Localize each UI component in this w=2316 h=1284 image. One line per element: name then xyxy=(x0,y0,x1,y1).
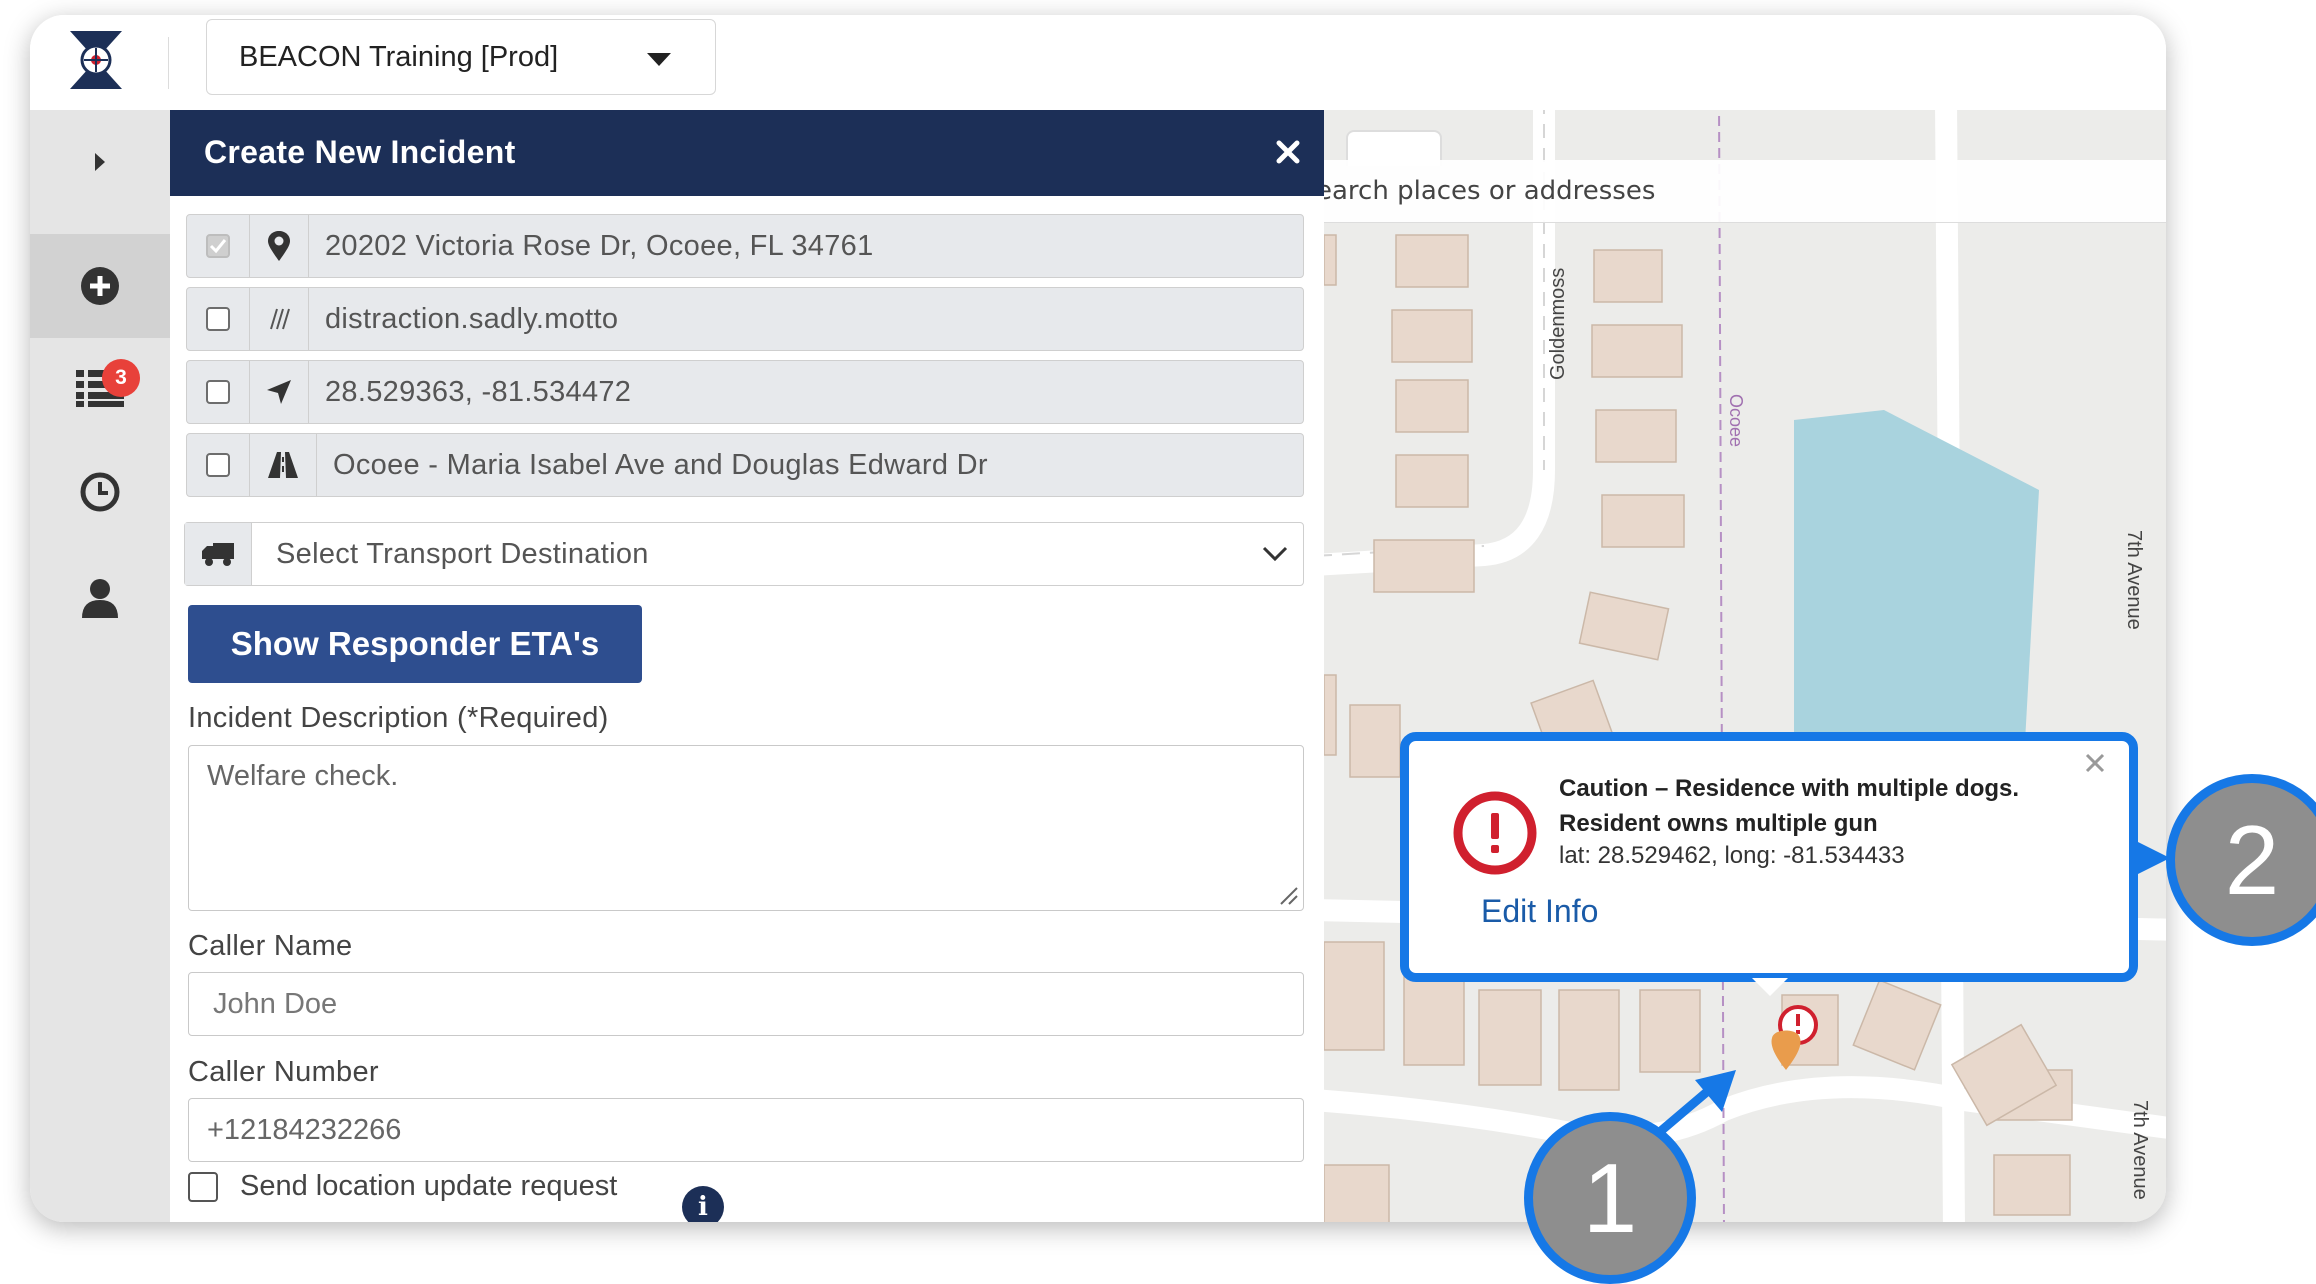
description-label: Incident Description (*Required) xyxy=(188,702,609,734)
caution-coords: lat: 28.529462, long: -81.534433 xyxy=(1559,842,1905,869)
location-arrow-icon xyxy=(267,380,291,404)
address-text: 20202 Victoria Rose Dr, Ocoee, FL 34761 xyxy=(325,229,874,262)
check-icon xyxy=(209,239,227,254)
panel-header: Create New Incident xyxy=(170,110,1324,196)
caller-number-value: +12184232266 xyxy=(207,1113,402,1146)
coords-text: 28.529363, -81.534472 xyxy=(325,375,632,408)
callout-2: 2 xyxy=(2166,774,2316,946)
w3w-checkbox-cell[interactable] xyxy=(187,288,250,350)
road-icon xyxy=(268,452,298,478)
intersection-text: Ocoee - Maria Isabel Ave and Douglas Edw… xyxy=(333,448,988,481)
caller-number-input[interactable]: +12184232266 xyxy=(188,1098,1304,1162)
intersection-checkbox[interactable] xyxy=(206,453,230,477)
map-search-input[interactable] xyxy=(1324,176,2016,206)
sidebar-item-profile[interactable] xyxy=(30,546,170,650)
address-checkbox[interactable] xyxy=(206,234,230,258)
send-location-label: Send location update request xyxy=(240,1170,618,1202)
org-selector[interactable]: BEACON Training [Prod] xyxy=(206,19,716,95)
w3w-text: distraction.sadly.motto xyxy=(325,302,619,335)
info-icon[interactable]: i xyxy=(682,1186,724,1222)
popup-tail xyxy=(1752,978,1788,996)
description-value: Welfare check. xyxy=(207,760,399,792)
caret-down-icon xyxy=(647,53,671,66)
sidebar-item-new-incident[interactable] xyxy=(30,234,170,338)
org-selector-label: BEACON Training [Prod] xyxy=(239,40,559,73)
callout-1: 1 xyxy=(1524,1112,1696,1284)
caller-name-label: Caller Name xyxy=(188,930,353,962)
sidebar: 3 xyxy=(30,110,170,1222)
beacon-logo-icon[interactable] xyxy=(66,27,126,93)
caller-number-label: Caller Number xyxy=(188,1056,379,1088)
edit-info-link[interactable]: Edit Info xyxy=(1481,893,1598,930)
resize-grip-icon[interactable] xyxy=(1277,884,1299,906)
map-pin-icon xyxy=(268,231,290,261)
boundary-label-ocoee: Ocoee xyxy=(1726,394,1746,447)
top-bar: BEACON Training [Prod] xyxy=(30,15,2166,111)
user-icon xyxy=(82,579,118,618)
w3w-checkbox[interactable] xyxy=(206,307,230,331)
close-icon xyxy=(1276,140,1300,164)
send-location-checkbox[interactable] xyxy=(188,1171,218,1202)
map-view[interactable]: Goldenmoss Ocoee 7th Avenue 7th Avenue xyxy=(1324,110,2166,1222)
address-checkbox-cell[interactable] xyxy=(187,215,250,277)
address-icon-cell xyxy=(250,215,309,277)
street-label-7th-avenue-upper: 7th Avenue xyxy=(2123,530,2145,630)
truck-icon xyxy=(202,543,234,566)
coords-checkbox[interactable] xyxy=(206,380,230,404)
w3w-icon-cell xyxy=(250,288,309,350)
street-label-goldenmoss: Goldenmoss xyxy=(1547,268,1569,380)
location-row-what3words: distraction.sadly.motto xyxy=(186,287,1304,351)
location-row-address: 20202 Victoria Rose Dr, Ocoee, FL 34761 xyxy=(186,214,1304,278)
street-label-7th-avenue-lower: 7th Avenue xyxy=(2129,1100,2151,1200)
caret-right-icon xyxy=(95,153,105,171)
sidebar-item-incident-queue[interactable]: 3 xyxy=(30,336,170,440)
location-row-coordinates: 28.529363, -81.534472 xyxy=(186,360,1304,424)
queue-count-badge: 3 xyxy=(102,359,140,397)
caller-name-placeholder: John Doe xyxy=(213,987,338,1020)
create-incident-panel: Create New Incident 20202 Victoria Rose … xyxy=(170,110,1324,1222)
sidebar-item-history[interactable] xyxy=(30,440,170,544)
send-location-row: Send location update request xyxy=(188,1170,617,1203)
clock-icon xyxy=(80,472,120,512)
caller-name-input[interactable]: John Doe xyxy=(188,972,1304,1036)
coords-checkbox-cell[interactable] xyxy=(187,361,250,423)
coords-icon-cell xyxy=(250,361,309,423)
intersection-icon-cell xyxy=(250,434,317,496)
what3words-icon xyxy=(270,308,290,330)
show-responder-etas-button[interactable]: Show Responder ETA's xyxy=(188,605,642,683)
caution-popup: Caution – Residence with multiple dogs. … xyxy=(1400,732,2138,982)
sidebar-expand[interactable] xyxy=(30,110,170,214)
topbar-divider xyxy=(168,37,169,89)
transport-placeholder: Select Transport Destination xyxy=(276,537,649,570)
intersection-checkbox-cell[interactable] xyxy=(187,434,250,496)
caution-title: Caution – Residence with multiple dogs. … xyxy=(1559,775,2020,837)
panel-title: Create New Incident xyxy=(204,134,516,170)
transport-icon-cell xyxy=(185,523,252,585)
chevron-down-icon xyxy=(1262,546,1288,562)
app-window: BEACON Training [Prod] 3 Goldenmoss Ocoe… xyxy=(30,15,2166,1222)
map-search xyxy=(1324,160,2166,223)
map-canvas: Goldenmoss Ocoee 7th Avenue 7th Avenue xyxy=(1324,110,2166,1222)
transport-destination-select[interactable]: Select Transport Destination xyxy=(184,522,1304,586)
plus-circle-icon xyxy=(81,267,119,305)
description-textarea[interactable]: Welfare check. xyxy=(188,745,1304,911)
location-row-intersection: Ocoee - Maria Isabel Ave and Douglas Edw… xyxy=(186,433,1304,497)
caution-icon xyxy=(1453,791,1537,875)
close-panel-button[interactable] xyxy=(1270,134,1306,170)
